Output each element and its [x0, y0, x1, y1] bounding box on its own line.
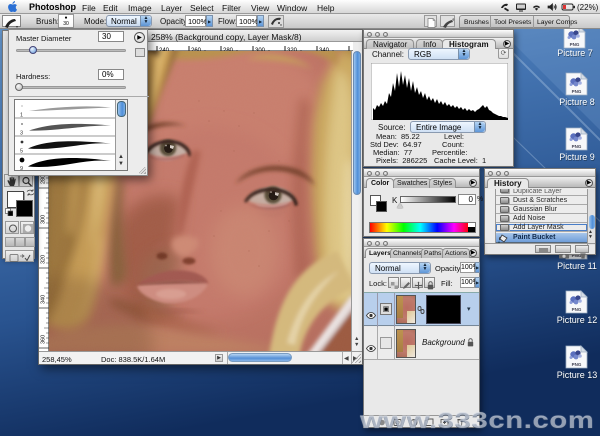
- svg-text:1: 1: [20, 113, 23, 119]
- svg-text:Picture 13: Picture 13: [557, 370, 598, 380]
- svg-text:Picture 11: Picture 11: [557, 261, 597, 271]
- svg-text:280: 280: [41, 175, 47, 184]
- svg-text:320: 320: [41, 255, 47, 264]
- svg-text:300: 300: [41, 215, 47, 224]
- svg-text:Picture 12: Picture 12: [557, 315, 598, 325]
- svg-text:Picture 7: Picture 7: [557, 48, 593, 58]
- svg-text:360: 360: [41, 335, 47, 344]
- svg-text:340: 340: [41, 295, 47, 304]
- svg-text:5: 5: [20, 149, 23, 155]
- svg-text:Picture 9: Picture 9: [559, 152, 595, 162]
- svg-text:9: 9: [20, 166, 23, 170]
- svg-text:3: 3: [20, 131, 23, 137]
- svg-text:Picture 8: Picture 8: [559, 97, 595, 107]
